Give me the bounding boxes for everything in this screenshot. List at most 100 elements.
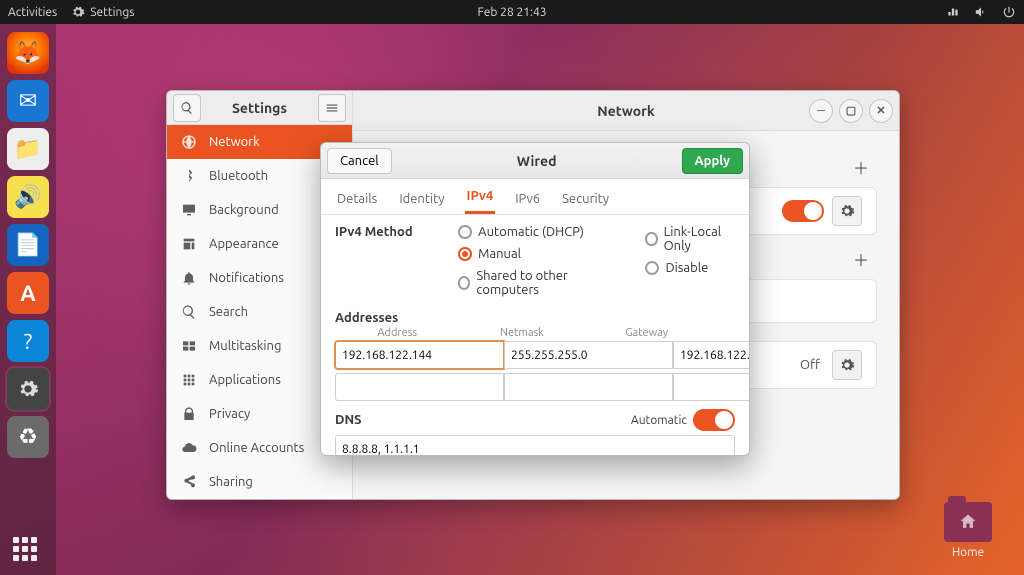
menu-button[interactable] bbox=[318, 94, 346, 122]
sidebar-item-label: Appearance bbox=[209, 237, 279, 251]
minimize-button[interactable]: ─ bbox=[809, 99, 833, 123]
radio-icon bbox=[645, 232, 657, 246]
dock-libreoffice[interactable]: 📄 bbox=[7, 224, 49, 266]
dns-label: DNS bbox=[335, 413, 362, 427]
gear-icon bbox=[17, 378, 39, 400]
add-wired-button[interactable]: ＋ bbox=[847, 153, 875, 181]
settings-title: Settings bbox=[207, 100, 312, 116]
dock-files[interactable]: 📁 bbox=[7, 128, 49, 170]
desktop-home-label: Home bbox=[938, 546, 998, 559]
activities-button[interactable]: Activities bbox=[8, 6, 57, 19]
address-input[interactable] bbox=[335, 373, 504, 401]
address-input[interactable] bbox=[335, 341, 504, 369]
dock-help[interactable]: ? bbox=[7, 320, 49, 362]
sidebar-item-label: Search bbox=[209, 305, 248, 319]
ipv4-method-automatic-dhcp-[interactable]: Automatic (DHCP) bbox=[458, 225, 605, 239]
globe-icon bbox=[181, 134, 197, 150]
dock-firefox[interactable]: 🦊 bbox=[7, 32, 49, 74]
display-icon bbox=[181, 202, 197, 218]
hamburger-icon bbox=[325, 101, 339, 115]
window-titlebar: Network ─ ▢ ✕ bbox=[353, 91, 899, 131]
sidebar-item-label: Sharing bbox=[209, 475, 253, 489]
tab-ipv4[interactable]: IPv4 bbox=[465, 181, 496, 214]
power-icon[interactable] bbox=[1002, 5, 1016, 19]
search-button[interactable] bbox=[173, 94, 201, 122]
home-icon bbox=[958, 512, 978, 532]
dock-thunderbird[interactable]: ✉ bbox=[7, 80, 49, 122]
col-gateway: Gateway bbox=[584, 327, 709, 339]
tab-details[interactable]: Details bbox=[335, 184, 379, 214]
ipv4-method-shared-to-other-computers[interactable]: Shared to other computers bbox=[458, 269, 605, 297]
top-bar: Activities Settings Feb 28 21:43 bbox=[0, 0, 1024, 24]
appearance-icon bbox=[181, 236, 197, 252]
ipv4-method-link-local-only[interactable]: Link-Local Only bbox=[645, 225, 735, 253]
add-vpn-button[interactable]: ＋ bbox=[847, 245, 875, 273]
dock-rhythmbox[interactable]: 🔊 bbox=[7, 176, 49, 218]
netmask-input[interactable] bbox=[504, 341, 673, 369]
gear-icon bbox=[839, 203, 855, 219]
proxy-status: Off bbox=[800, 358, 820, 372]
desktop-home-folder[interactable]: Home bbox=[938, 502, 998, 559]
sidebar-item-label: Multitasking bbox=[209, 339, 281, 353]
col-address: Address bbox=[335, 327, 460, 339]
maximize-button[interactable]: ▢ bbox=[839, 99, 863, 123]
bluetooth-icon bbox=[181, 168, 197, 184]
radio-icon bbox=[645, 261, 659, 275]
radio-icon bbox=[458, 225, 472, 239]
dock-software[interactable]: A bbox=[7, 272, 49, 314]
lock-icon bbox=[181, 406, 197, 422]
network-status-icon[interactable] bbox=[946, 5, 960, 19]
search-icon bbox=[180, 101, 194, 115]
multitask-icon bbox=[181, 338, 197, 354]
proxy-settings-button[interactable] bbox=[832, 350, 862, 380]
dns-auto-label: Automatic bbox=[631, 414, 687, 427]
dns-input[interactable] bbox=[335, 435, 735, 455]
radio-icon bbox=[458, 247, 472, 261]
dock-settings[interactable] bbox=[7, 368, 49, 410]
wired-dialog: Cancel Wired Apply Details Identity IPv4 IP… bbox=[320, 142, 750, 456]
tab-security[interactable]: Security bbox=[560, 184, 611, 214]
gear-icon bbox=[71, 5, 85, 19]
netmask-input[interactable] bbox=[504, 373, 673, 401]
dialog-tabs: Details Identity IPv4 IPv6 Security bbox=[321, 179, 749, 215]
cancel-button[interactable]: Cancel bbox=[327, 148, 392, 174]
clock[interactable]: Feb 28 21:43 bbox=[477, 6, 546, 19]
sidebar-item-label: Bluetooth bbox=[209, 169, 268, 183]
dialog-header: Cancel Wired Apply bbox=[321, 143, 749, 179]
ipv4-method-label: IPv4 Method bbox=[335, 225, 418, 297]
sidebar-item-label: Applications bbox=[209, 373, 281, 387]
address-row: 🗑 bbox=[335, 341, 735, 369]
window-title: Network bbox=[597, 103, 655, 119]
ipv4-method-manual[interactable]: Manual bbox=[458, 247, 605, 261]
apps-icon bbox=[181, 372, 197, 388]
topbar-app[interactable]: Settings bbox=[71, 5, 134, 19]
radio-icon bbox=[458, 276, 470, 290]
sidebar-item-label: Notifications bbox=[209, 271, 284, 285]
dialog-title: Wired bbox=[392, 153, 682, 169]
tab-identity[interactable]: Identity bbox=[397, 184, 446, 214]
wired-toggle[interactable] bbox=[782, 200, 824, 222]
search-icon bbox=[181, 304, 197, 320]
gateway-input[interactable] bbox=[673, 373, 749, 401]
tab-ipv6[interactable]: IPv6 bbox=[513, 184, 542, 214]
sidebar-item-sharing[interactable]: Sharing bbox=[167, 465, 352, 499]
cloud-icon bbox=[181, 440, 197, 456]
wired-settings-button[interactable] bbox=[832, 196, 862, 226]
apply-button[interactable]: Apply bbox=[682, 148, 743, 174]
sidebar-item-label: Network bbox=[209, 135, 260, 149]
address-row: 🗑 bbox=[335, 373, 735, 401]
close-button[interactable]: ✕ bbox=[869, 99, 893, 123]
dock-trash[interactable]: ♻ bbox=[7, 416, 49, 458]
gear-icon bbox=[839, 357, 855, 373]
gateway-input[interactable] bbox=[673, 341, 749, 369]
volume-icon[interactable] bbox=[974, 5, 988, 19]
sidebar-item-label: Privacy bbox=[209, 407, 250, 421]
sidebar-header: Settings bbox=[167, 91, 352, 125]
sidebar-item-label: Online Accounts bbox=[209, 441, 304, 455]
share-icon bbox=[181, 474, 197, 490]
addresses-label: Addresses bbox=[335, 311, 735, 325]
dock: 🦊 ✉ 📁 🔊 📄 A ? ♻ bbox=[0, 24, 56, 575]
dns-auto-toggle[interactable] bbox=[693, 409, 735, 431]
show-apps-button[interactable] bbox=[13, 537, 43, 567]
ipv4-method-disable[interactable]: Disable bbox=[645, 261, 735, 275]
